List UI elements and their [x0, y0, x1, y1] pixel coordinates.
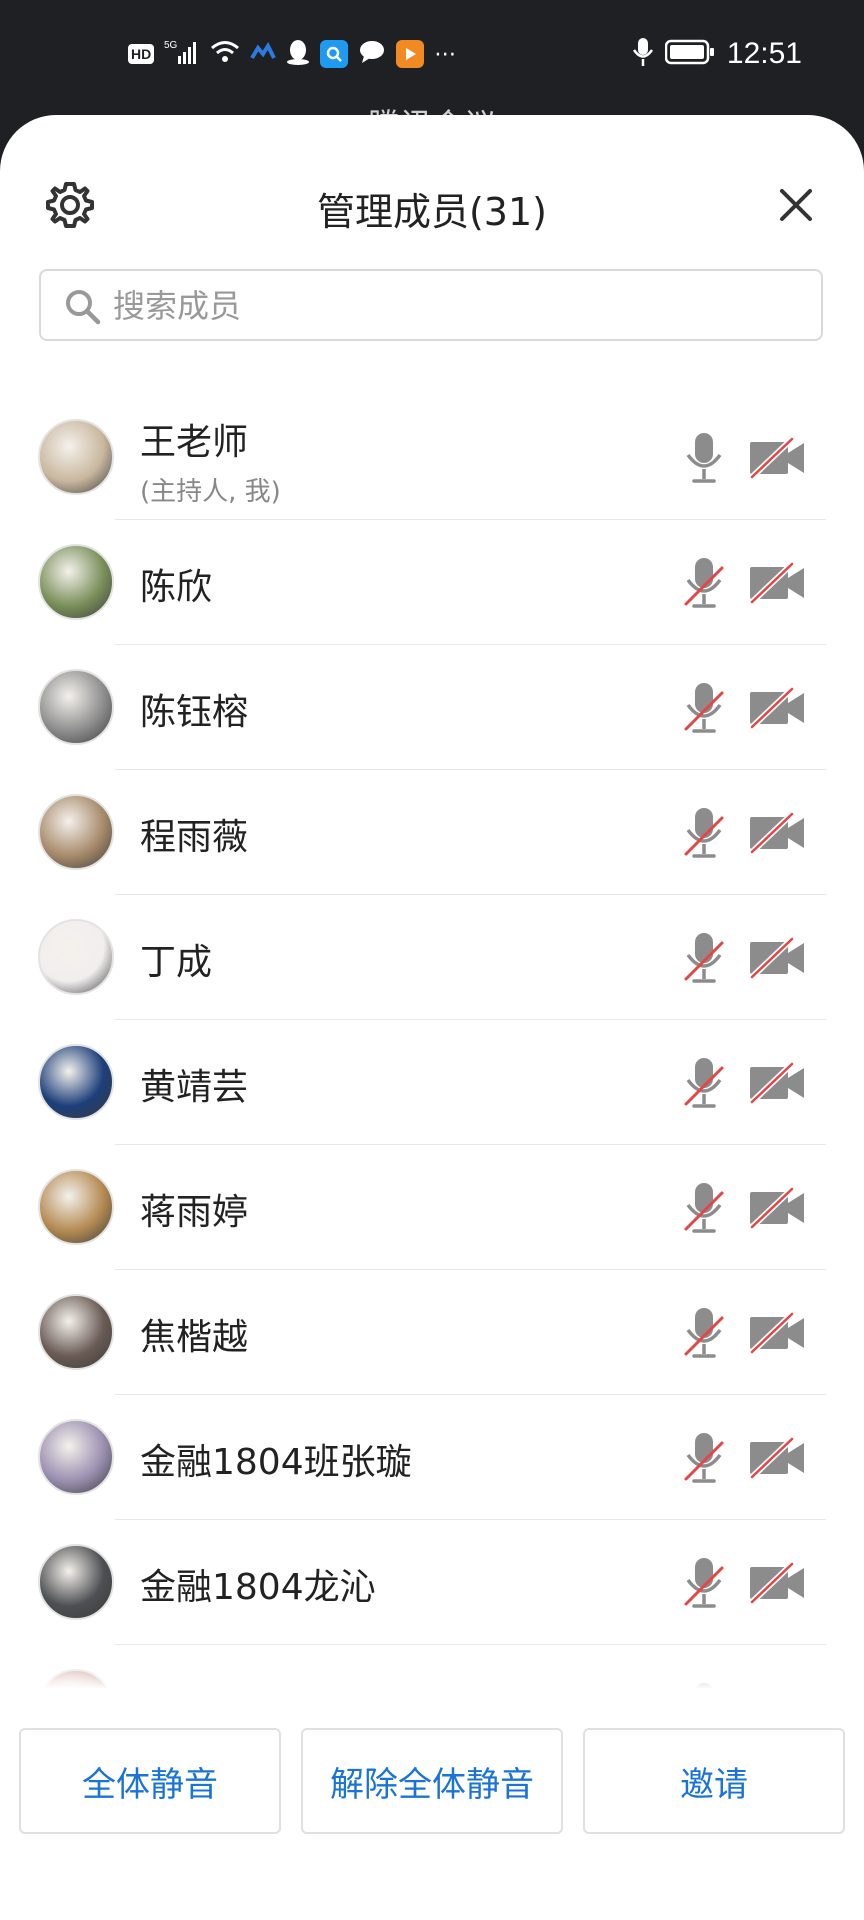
member-name: 陈钰榕: [140, 692, 249, 733]
status-icons-right: 12:51: [632, 36, 802, 72]
mic-muted-icon[interactable]: [682, 806, 726, 860]
camera-off-icon[interactable]: [748, 1436, 808, 1480]
search-box[interactable]: [39, 269, 823, 341]
status-icons-left: HD 5G ⋯: [128, 36, 456, 72]
camera-off-icon[interactable]: [748, 936, 808, 980]
qq-icon: [286, 38, 310, 70]
avatar: [38, 1544, 114, 1620]
avatar: [38, 919, 114, 995]
app-notification-icon: [250, 41, 277, 66]
camera-off-icon[interactable]: [748, 811, 808, 855]
signal-icon: 5G: [164, 38, 200, 70]
member-row[interactable]: 焦楷越: [0, 1270, 864, 1395]
member-name: 丁成: [140, 942, 213, 983]
mic-muted-icon[interactable]: [682, 931, 726, 985]
wifi-icon: [210, 39, 240, 69]
list-fade: [0, 1655, 864, 1689]
member-list[interactable]: 王老师 (主持人, 我) 陈欣 陈钰榕 程雨薇 丁成 黄靖芸 蒋雨婷 焦楷越 金…: [0, 395, 864, 1688]
avatar: [38, 1044, 114, 1120]
clock: 12:51: [726, 37, 802, 70]
camera-off-icon[interactable]: [748, 1061, 808, 1105]
search-app-icon: [320, 40, 349, 68]
member-name: 焦楷越: [140, 1317, 249, 1358]
avatar: [38, 544, 114, 620]
member-row[interactable]: 金融1804龙沁: [0, 1520, 864, 1645]
camera-off-icon[interactable]: [748, 561, 808, 605]
mic-muted-icon[interactable]: [682, 1181, 726, 1235]
member-row[interactable]: 丁成: [0, 895, 864, 1020]
mic-muted-icon[interactable]: [682, 1431, 726, 1485]
mute-all-button[interactable]: 全体静音: [19, 1728, 281, 1834]
video-app-icon: [396, 40, 425, 68]
status-bar: HD 5G ⋯ 12:51: [0, 0, 864, 115]
member-name: 陈欣: [140, 567, 213, 608]
member-row[interactable]: 金融1804班张璇: [0, 1395, 864, 1520]
mic-muted-icon[interactable]: [682, 556, 726, 610]
member-row[interactable]: 程雨薇: [0, 770, 864, 895]
camera-off-icon[interactable]: [748, 686, 808, 730]
mic-muted-icon[interactable]: [682, 1306, 726, 1360]
member-name: 黄靖芸: [140, 1067, 249, 1108]
member-name: 金融1804龙沁: [140, 1567, 376, 1608]
avatar: [38, 794, 114, 870]
more-notifications-icon: ⋯: [434, 41, 457, 67]
avatar: [38, 1419, 114, 1495]
camera-off-icon[interactable]: [748, 1311, 808, 1355]
mic-muted-icon[interactable]: [682, 1056, 726, 1110]
search-input[interactable]: [111, 283, 795, 329]
avatar: [38, 1294, 114, 1370]
member-name: 金融1804班张璇: [140, 1442, 412, 1483]
battery-icon: [664, 39, 715, 69]
avatar: [38, 1169, 114, 1245]
unmute-all-button[interactable]: 解除全体静音: [301, 1728, 563, 1834]
camera-off-icon[interactable]: [748, 1186, 808, 1230]
avatar: [38, 419, 114, 495]
manage-members-sheet: 管理成员(31) 王老师 (主持人, 我) 陈欣 陈钰榕 程雨薇 丁成: [0, 115, 864, 1920]
sheet-header: 管理成员(31): [0, 115, 864, 341]
member-row[interactable]: 陈欣: [0, 520, 864, 645]
avatar: [38, 669, 114, 745]
close-icon[interactable]: [776, 185, 816, 225]
microphone-status-icon: [632, 37, 653, 71]
invite-button[interactable]: 邀请: [583, 1728, 845, 1834]
camera-off-icon[interactable]: [748, 436, 808, 480]
message-icon: [358, 39, 386, 69]
member-row[interactable]: 蒋雨婷: [0, 1145, 864, 1270]
member-name: 蒋雨婷: [140, 1192, 249, 1233]
member-row[interactable]: 王老师 (主持人, 我): [0, 395, 864, 520]
hd-badge: HD: [128, 44, 155, 64]
mic-icon[interactable]: [682, 431, 726, 485]
member-role: (主持人, 我): [140, 477, 281, 507]
member-name: 程雨薇: [140, 817, 249, 858]
footer-actions: 全体静音 解除全体静音 邀请: [0, 1688, 864, 1920]
mic-muted-icon[interactable]: [682, 1556, 726, 1610]
member-row[interactable]: 黄靖芸: [0, 1020, 864, 1145]
page-title: 管理成员(31): [316, 190, 547, 234]
search-icon: [66, 290, 101, 325]
camera-off-icon[interactable]: [748, 1561, 808, 1605]
member-row[interactable]: 陈钰榕: [0, 645, 864, 770]
svg-text:5G: 5G: [164, 40, 178, 51]
member-name: 王老师: [140, 422, 249, 463]
mic-muted-icon[interactable]: [682, 681, 726, 735]
